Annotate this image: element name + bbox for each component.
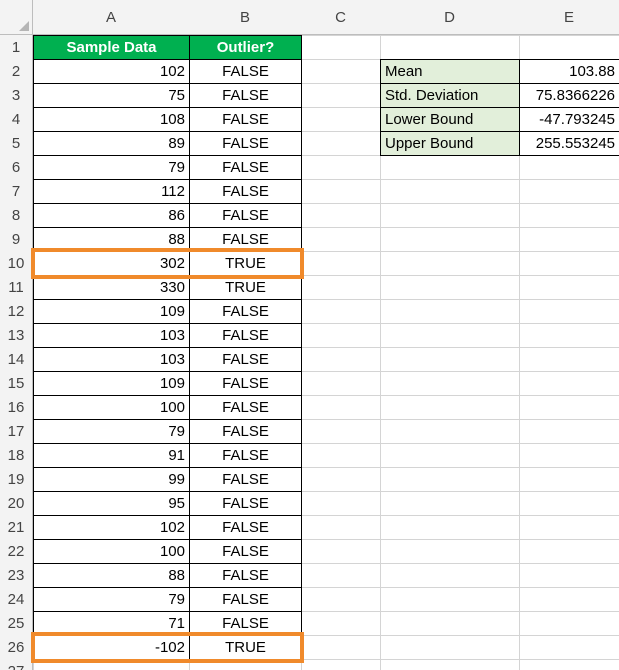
sample-value-cell[interactable]: 95	[33, 491, 190, 516]
sample-value-cell[interactable]: 302	[33, 251, 190, 276]
outlier-flag-cell[interactable]: FALSE	[189, 491, 302, 516]
sample-value-cell[interactable]: 330	[33, 275, 190, 300]
sample-value-cell[interactable]: 103	[33, 323, 190, 348]
outlier-flag-cell[interactable]: FALSE	[189, 155, 302, 180]
select-all-triangle-icon	[19, 21, 29, 31]
sample-value-cell[interactable]: 100	[33, 539, 190, 564]
outlier-flag-cell[interactable]: FALSE	[189, 467, 302, 492]
row-header-4[interactable]: 4	[0, 107, 33, 131]
row-header-21[interactable]: 21	[0, 515, 33, 539]
stat-label-cell[interactable]: Upper Bound	[380, 131, 520, 156]
outlier-flag-cell[interactable]: FALSE	[189, 371, 302, 396]
sample-value-cell[interactable]: -102	[33, 635, 190, 660]
sample-value-cell[interactable]: 86	[33, 203, 190, 228]
row-header-27[interactable]: 27	[0, 659, 33, 670]
outlier-flag-cell[interactable]: FALSE	[189, 203, 302, 228]
row-header-20[interactable]: 20	[0, 491, 33, 515]
outlier-flag-cell[interactable]: FALSE	[189, 587, 302, 612]
outlier-flag-cell[interactable]: TRUE	[189, 275, 302, 300]
row-header-13[interactable]: 13	[0, 323, 33, 347]
row-header-11[interactable]: 11	[0, 275, 33, 299]
row-header-23[interactable]: 23	[0, 563, 33, 587]
outlier-flag-cell[interactable]: FALSE	[189, 347, 302, 372]
sample-value-cell[interactable]: 79	[33, 587, 190, 612]
row-header-9[interactable]: 9	[0, 227, 33, 251]
sample-value-cell[interactable]: 99	[33, 467, 190, 492]
row-header-16[interactable]: 16	[0, 395, 33, 419]
row-header-1[interactable]: 1	[0, 35, 33, 59]
outlier-flag-cell[interactable]: FALSE	[189, 299, 302, 324]
sample-value-cell[interactable]: 100	[33, 395, 190, 420]
sample-value-cell[interactable]: 89	[33, 131, 190, 156]
stat-label-cell[interactable]: Lower Bound	[380, 107, 520, 132]
row-header-22[interactable]: 22	[0, 539, 33, 563]
sample-value-cell[interactable]: 88	[33, 227, 190, 252]
sample-value-cell[interactable]: 109	[33, 371, 190, 396]
outlier-flag-cell[interactable]: FALSE	[189, 59, 302, 84]
row-header-19[interactable]: 19	[0, 467, 33, 491]
sample-value-cell[interactable]: 102	[33, 515, 190, 540]
row-header-10[interactable]: 10	[0, 251, 33, 275]
column-header-e[interactable]: E	[519, 0, 619, 35]
row-header-6[interactable]: 6	[0, 155, 33, 179]
row-header-14[interactable]: 14	[0, 347, 33, 371]
outlier-flag-cell[interactable]: FALSE	[189, 227, 302, 252]
row-header-7[interactable]: 7	[0, 179, 33, 203]
outlier-flag-cell[interactable]: FALSE	[189, 83, 302, 108]
column-header-c[interactable]: C	[301, 0, 380, 35]
row-header-25[interactable]: 25	[0, 611, 33, 635]
sample-value-cell[interactable]: 71	[33, 611, 190, 636]
stat-value-cell[interactable]: -47.793245	[519, 107, 619, 132]
sample-value-cell[interactable]: 91	[33, 443, 190, 468]
row-header-17[interactable]: 17	[0, 419, 33, 443]
stat-value-cell[interactable]: 103.88	[519, 59, 619, 84]
outlier-flag-cell[interactable]: FALSE	[189, 539, 302, 564]
stat-label-cell[interactable]: Mean	[380, 59, 520, 84]
outlier-flag-cell[interactable]: TRUE	[189, 635, 302, 660]
row-header-5[interactable]: 5	[0, 131, 33, 155]
row-header-8[interactable]: 8	[0, 203, 33, 227]
sample-value-cell[interactable]: 75	[33, 83, 190, 108]
header-outlier[interactable]: Outlier?	[189, 35, 302, 60]
sample-value-cell[interactable]: 109	[33, 299, 190, 324]
outlier-flag-cell[interactable]: FALSE	[189, 563, 302, 588]
row-header-26[interactable]: 26	[0, 635, 33, 659]
row-header-18[interactable]: 18	[0, 443, 33, 467]
stat-label-cell[interactable]: Std. Deviation	[380, 83, 520, 108]
outlier-flag-cell[interactable]: FALSE	[189, 323, 302, 348]
header-sample-data[interactable]: Sample Data	[33, 35, 190, 60]
outlier-flag-cell[interactable]: FALSE	[189, 179, 302, 204]
row-header-24[interactable]: 24	[0, 587, 33, 611]
select-all-corner[interactable]	[0, 0, 33, 35]
row-header-2[interactable]: 2	[0, 59, 33, 83]
outlier-flag-cell[interactable]: FALSE	[189, 419, 302, 444]
column-header-b[interactable]: B	[189, 0, 301, 35]
sample-value-cell[interactable]: 103	[33, 347, 190, 372]
sample-value-cell[interactable]: 79	[33, 419, 190, 444]
outlier-flag-cell[interactable]: TRUE	[189, 251, 302, 276]
outlier-flag-cell[interactable]: FALSE	[189, 611, 302, 636]
sample-value-cell[interactable]: 112	[33, 179, 190, 204]
stat-value-cell[interactable]: 255.553245	[519, 131, 619, 156]
outlier-flag-cell[interactable]: FALSE	[189, 515, 302, 540]
sample-value-cell[interactable]: 79	[33, 155, 190, 180]
sample-value-cell[interactable]: 88	[33, 563, 190, 588]
row-header-3[interactable]: 3	[0, 83, 33, 107]
column-header-a[interactable]: A	[33, 0, 189, 35]
sample-value-cell[interactable]: 108	[33, 107, 190, 132]
outlier-flag-cell[interactable]: FALSE	[189, 395, 302, 420]
stat-value-cell[interactable]: 75.8366226	[519, 83, 619, 108]
row-header-12[interactable]: 12	[0, 299, 33, 323]
row-header-15[interactable]: 15	[0, 371, 33, 395]
column-header-d[interactable]: D	[380, 0, 519, 35]
outlier-flag-cell[interactable]: FALSE	[189, 131, 302, 156]
sample-value-cell[interactable]: 102	[33, 59, 190, 84]
spreadsheet-grid: A B C D E 1 2 3 4 5 6 7 8 9 10 11 12 13 14 15 16 17 18 19 20 21 22…	[0, 0, 619, 670]
outlier-flag-cell[interactable]: FALSE	[189, 443, 302, 468]
outlier-flag-cell[interactable]: FALSE	[189, 107, 302, 132]
